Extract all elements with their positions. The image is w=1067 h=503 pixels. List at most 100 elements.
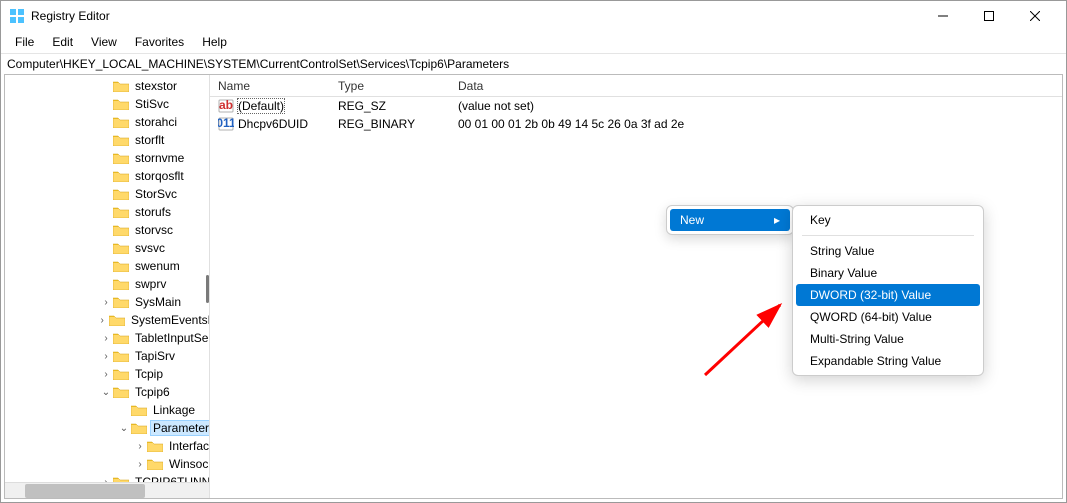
submenu-item-expandstring[interactable]: Expandable String Value (796, 350, 980, 372)
folder-icon (113, 79, 129, 93)
tree-item[interactable]: storqosflt (5, 167, 210, 185)
tree-item-label: storufs (133, 205, 173, 219)
tree-item[interactable]: ⌄Parameters (5, 419, 210, 437)
folder-icon (113, 97, 129, 111)
tree-item[interactable]: › TapiSrv (5, 347, 210, 365)
expander-icon[interactable]: › (96, 315, 109, 326)
tree-item-label: TabletInputService (133, 331, 210, 345)
value-type-icon: ab (218, 99, 234, 113)
folder-icon (113, 331, 129, 345)
tree-item[interactable]: ⌄ Tcpip6 (5, 383, 210, 401)
submenu-item-string[interactable]: String Value (796, 240, 980, 262)
menu-file[interactable]: File (7, 33, 42, 51)
window-title: Registry Editor (31, 9, 920, 23)
tree-item[interactable]: stornvme (5, 149, 210, 167)
tree-item-label: stexstor (133, 79, 179, 93)
submenu-item-qword[interactable]: QWORD (64-bit) Value (796, 306, 980, 328)
tree-item[interactable]: StorSvc (5, 185, 210, 203)
folder-icon (113, 169, 129, 183)
tree-item[interactable]: StiSvc (5, 95, 210, 113)
tree-item[interactable]: ›SysMain (5, 293, 210, 311)
column-data[interactable]: Data (450, 79, 1062, 93)
folder-icon (113, 349, 129, 363)
tree-item-label: swprv (133, 277, 168, 291)
tree-item[interactable]: › Winsock (5, 455, 210, 473)
submenu-item-binary[interactable]: Binary Value (796, 262, 980, 284)
scrollbar-thumb[interactable] (25, 484, 145, 498)
value-type-icon: 011 (218, 117, 234, 131)
tree-item-label: Interfaces (167, 439, 210, 453)
folder-icon (113, 367, 129, 381)
address-bar[interactable]: Computer\HKEY_LOCAL_MACHINE\SYSTEM\Curre… (1, 53, 1066, 74)
titlebar: Registry Editor (1, 1, 1066, 31)
tree-item[interactable]: swprv (5, 275, 210, 293)
value-type: REG_SZ (330, 99, 450, 113)
menu-help[interactable]: Help (194, 33, 235, 51)
expander-icon[interactable]: › (99, 369, 113, 380)
value-row[interactable]: ab(Default)REG_SZ(value not set) (210, 97, 1062, 115)
tree-item-label: StorSvc (133, 187, 179, 201)
tree-item[interactable]: storahci (5, 113, 210, 131)
window-buttons (920, 1, 1058, 31)
close-button[interactable] (1012, 1, 1058, 31)
expander-icon[interactable]: › (99, 333, 113, 344)
tree-item-label: storflt (133, 133, 166, 147)
value-data: (value not set) (450, 99, 542, 113)
tree-item[interactable]: storflt (5, 131, 210, 149)
expander-icon[interactable]: ⌄ (117, 423, 131, 434)
folder-icon (131, 421, 147, 435)
svg-text:011: 011 (218, 117, 234, 130)
tree-item[interactable]: stexstor (5, 77, 210, 95)
tree-item[interactable]: storufs (5, 203, 210, 221)
tree-item[interactable]: › SystemEventsBroker (5, 311, 210, 329)
expander-icon[interactable]: › (99, 297, 113, 308)
tree-view[interactable]: stexstor StiSvc storahci storflt stornvme sto… (5, 75, 210, 498)
value-list[interactable]: Name Type Data ab(Default)REG_SZ(value n… (210, 75, 1062, 498)
tree-item-label: svsvc (133, 241, 167, 255)
folder-icon (113, 277, 129, 291)
menu-view[interactable]: View (83, 33, 125, 51)
expander-icon[interactable]: › (99, 351, 113, 362)
menu-edit[interactable]: Edit (44, 33, 81, 51)
tree-item[interactable]: › TabletInputService (5, 329, 210, 347)
menu-favorites[interactable]: Favorites (127, 33, 192, 51)
address-text: Computer\HKEY_LOCAL_MACHINE\SYSTEM\Curre… (7, 57, 509, 71)
folder-icon (113, 259, 129, 273)
expander-icon[interactable]: › (133, 459, 147, 470)
folder-icon (113, 151, 129, 165)
tree-item[interactable]: storvsc (5, 221, 210, 239)
main-panel: stexstor StiSvc storahci storflt stornvme sto… (4, 74, 1063, 499)
submenu-item-multistring[interactable]: Multi-String Value (796, 328, 980, 350)
column-type[interactable]: Type (330, 79, 450, 93)
column-name[interactable]: Name (210, 79, 330, 93)
folder-icon (113, 241, 129, 255)
submenu-item-dword[interactable]: DWORD (32-bit) Value (796, 284, 980, 306)
tree-item[interactable]: Linkage (5, 401, 210, 419)
tree-horizontal-scrollbar[interactable] (5, 482, 209, 498)
minimize-button[interactable] (920, 1, 966, 31)
tree-item-label: Winsock (167, 457, 210, 471)
expander-icon[interactable]: ⌄ (99, 387, 113, 398)
tree-item-label: TapiSrv (133, 349, 177, 363)
tree-item[interactable]: swenum (5, 257, 210, 275)
tree-item-label: Tcpip6 (133, 385, 172, 399)
folder-icon (113, 133, 129, 147)
submenu-item-key[interactable]: Key (796, 209, 980, 231)
new-submenu: Key String Value Binary Value DWORD (32-… (792, 205, 984, 376)
tree-item-label: storahci (133, 115, 179, 129)
tree-item[interactable]: › Interfaces (5, 437, 210, 455)
folder-icon (113, 205, 129, 219)
folder-icon (147, 439, 163, 453)
tree-item-label: swenum (133, 259, 182, 273)
folder-icon (109, 313, 125, 327)
context-item-new[interactable]: New ▸ (670, 209, 790, 231)
tree-item-label: stornvme (133, 151, 186, 165)
splitter-handle[interactable] (206, 275, 209, 303)
tree-item-label: SystemEventsBroker (129, 313, 210, 327)
tree-item[interactable]: ›Tcpip (5, 365, 210, 383)
tree-item[interactable]: svsvc (5, 239, 210, 257)
maximize-button[interactable] (966, 1, 1012, 31)
tree-item-label: Linkage (151, 403, 197, 417)
expander-icon[interactable]: › (133, 441, 147, 452)
value-row[interactable]: 011Dhcpv6DUIDREG_BINARY00 01 00 01 2b 0b… (210, 115, 1062, 133)
